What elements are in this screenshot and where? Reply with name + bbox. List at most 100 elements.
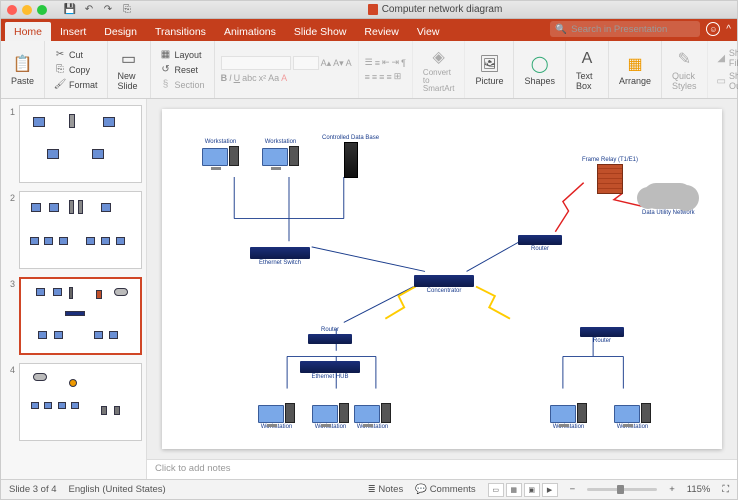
router-node[interactable]: Router [308,327,352,344]
tab-animations[interactable]: Animations [215,22,285,41]
thumb-number: 4 [5,363,15,441]
copy-button[interactable]: ⎘Copy [51,63,101,77]
concentrator-node[interactable]: Concentrator [414,275,474,294]
cloud-node[interactable]: Data Utility Network [642,183,695,216]
shape-fill-button[interactable]: ◢Shape Fill [714,47,738,69]
firewall-node[interactable]: Frame Relay (T1/E1) [582,157,638,194]
tab-review[interactable]: Review [355,22,407,41]
fit-to-window-button[interactable]: ⛶ [722,484,729,495]
notes-pane[interactable]: Click to add notes [147,459,737,479]
ribbon-tabs: Home Insert Design Transitions Animation… [1,19,737,41]
reading-view-button[interactable]: ▣ [524,483,540,497]
reset-icon: ↺ [160,64,172,76]
workstation-node[interactable]: Workstation [258,403,295,430]
font-controls: A▴A▾A [221,56,352,70]
fill-icon: ◢ [717,52,726,64]
arrange-button[interactable]: ▦Arrange [615,51,655,88]
textbox-icon: A [576,48,598,70]
zoom-in-button[interactable]: + [669,484,675,495]
zoom-value[interactable]: 115% [687,484,711,495]
thumbnail-2[interactable]: 2 [5,191,142,269]
zoom-window-button[interactable] [37,5,47,15]
ethernet-switch-node[interactable]: Ethernet Switch [250,247,310,266]
normal-view-button[interactable]: ▭ [488,483,504,497]
comments-toggle[interactable]: 💬 Comments [415,484,475,495]
styles-icon: ✎ [673,48,695,70]
font-style-controls: BIU abcx²Aa A [221,73,352,83]
status-bar: Slide 3 of 4 English (United States) ≣ N… [1,479,737,499]
tab-design[interactable]: Design [95,22,146,41]
collapse-ribbon-icon[interactable]: ^ [726,24,731,35]
ribbon: 📋 Paste ✂Cut ⎘Copy 🖌Format ▭ New Slide ▦… [1,41,737,99]
new-slide-button[interactable]: ▭ New Slide [114,46,144,93]
undo-icon[interactable]: ↶ [82,3,96,17]
paragraph-controls-2: ≡≡≡≡⊞ [365,71,406,82]
workstation-node[interactable]: Workstation [262,139,299,166]
workstation-node[interactable]: Workstation [614,403,651,430]
thumbnail-3[interactable]: 3 [5,277,142,355]
shapes-icon: ◯ [529,53,551,75]
document-title: Computer network diagram [368,4,503,15]
tab-view[interactable]: View [408,22,449,41]
language-indicator[interactable]: English (United States) [69,484,166,495]
picture-button[interactable]: 🖼Picture [471,51,507,88]
thumb-number: 2 [5,191,15,269]
thumbnail-1[interactable]: 1 [5,105,142,183]
layout-button[interactable]: ▦Layout [157,48,208,62]
slide-canvas[interactable]: Workstation Workstation Controlled Data … [147,99,737,459]
brush-icon: 🖌 [54,79,66,91]
minimize-window-button[interactable] [22,5,32,15]
paragraph-controls-1: ☰≡⇤⇥¶ [365,57,406,68]
picture-icon: 🖼 [478,53,500,75]
workstation-node[interactable]: Workstation [354,403,391,430]
cut-button[interactable]: ✂Cut [51,48,101,62]
paste-button[interactable]: 📋 Paste [7,51,38,88]
server-node[interactable]: Controlled Data Base [322,135,379,178]
workstation-node[interactable]: Workstation [202,139,239,166]
tab-insert[interactable]: Insert [51,22,95,41]
close-window-button[interactable] [7,5,17,15]
copy-icon: ⎘ [54,64,66,76]
zoom-out-button[interactable]: − [570,484,576,495]
save-icon[interactable]: 💾 [63,3,77,17]
slide[interactable]: Workstation Workstation Controlled Data … [162,109,722,449]
search-input[interactable]: 🔍 Search in Presentation [550,21,700,37]
feedback-icon[interactable]: ☺ [706,22,720,36]
quick-styles-button[interactable]: ✎Quick Styles [668,46,701,93]
outline-icon: ▭ [717,75,726,87]
tab-transitions[interactable]: Transitions [146,22,215,41]
powerpoint-icon [368,4,378,15]
section-icon: § [160,79,172,91]
tab-home[interactable]: Home [5,22,51,41]
view-buttons: ▭ ▦ ▣ ▶ [488,483,558,497]
layout-icon: ▦ [160,49,172,61]
search-placeholder: Search in Presentation [571,24,667,35]
new-slide-icon: ▭ [118,48,140,70]
shapes-button[interactable]: ◯Shapes [520,51,559,88]
thumb-number: 3 [5,277,15,355]
scissors-icon: ✂ [54,49,66,61]
sorter-view-button[interactable]: ▦ [506,483,522,497]
notes-toggle[interactable]: ≣ Notes [368,484,403,495]
tab-slideshow[interactable]: Slide Show [285,22,356,41]
search-icon: 🔍 [555,24,567,35]
smartart-button[interactable]: ◈ Convert to SmartArt [419,44,459,95]
slideshow-view-button[interactable]: ▶ [542,483,558,497]
router-node[interactable]: Router [580,327,624,344]
slide-indicator: Slide 3 of 4 [9,484,57,495]
router-node[interactable]: Router [518,235,562,252]
reset-button[interactable]: ↺Reset [157,63,208,77]
qat-icon[interactable]: ⎘ [120,3,134,17]
textbox-button[interactable]: AText Box [572,46,602,93]
redo-icon[interactable]: ↷ [101,3,115,17]
workstation-node[interactable]: Workstation [550,403,587,430]
arrange-icon: ▦ [624,53,646,75]
shape-outline-button[interactable]: ▭Shape Outline [714,70,738,92]
workstation-node[interactable]: Workstation [312,403,349,430]
format-painter-button[interactable]: 🖌Format [51,78,101,92]
zoom-slider[interactable] [587,488,657,491]
thumbnail-4[interactable]: 4 [5,363,142,441]
thumb-number: 1 [5,105,15,183]
hub-node[interactable]: Ethernet HUB [300,361,360,380]
section-button[interactable]: §Section [157,78,208,92]
